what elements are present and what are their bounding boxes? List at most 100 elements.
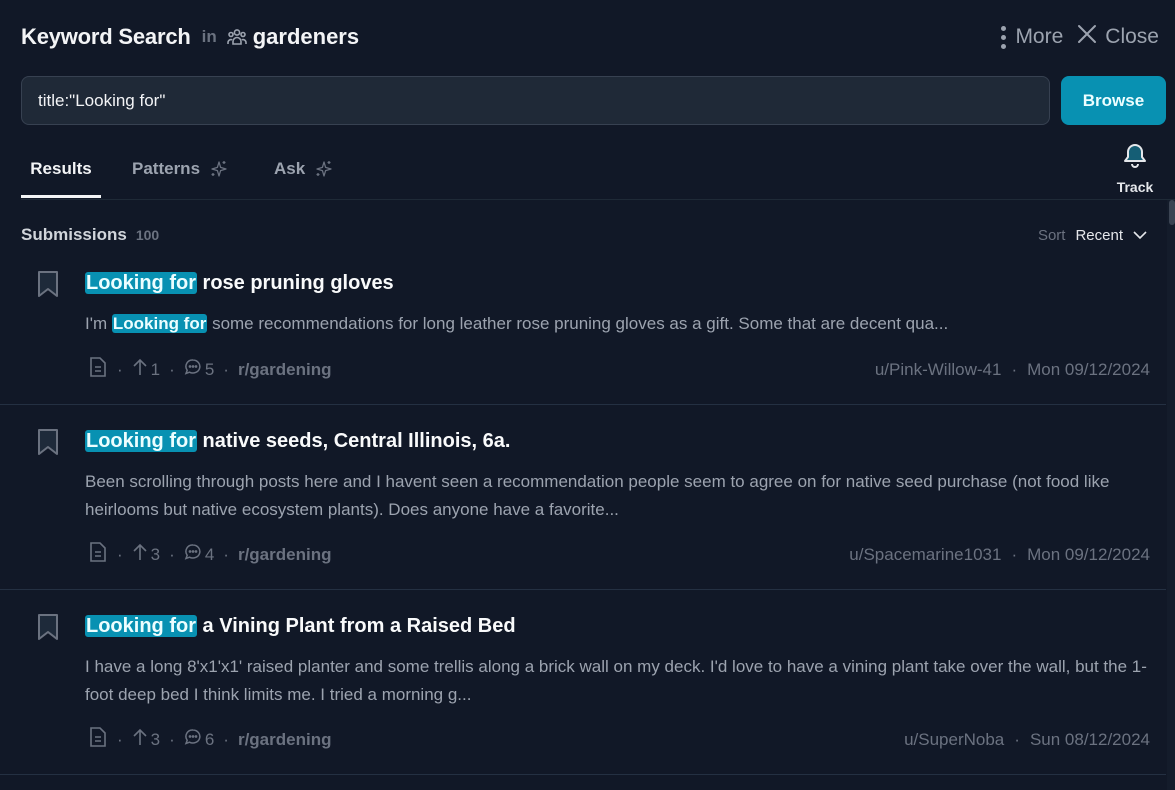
sort-dropdown[interactable]: Sort Recent: [1038, 227, 1147, 244]
bell-icon: [1122, 142, 1148, 175]
search-row: Browse: [21, 76, 1166, 125]
comment-count: 4: [204, 544, 215, 564]
separator: ·: [1014, 729, 1020, 749]
submission-meta: · 1 · 5 · r/gardening u/Pink-Willow-41 ·…: [88, 356, 1150, 383]
in-label: in: [201, 27, 217, 46]
list-header: Submissions 100 Sort Recent: [21, 225, 1147, 245]
subreddit-link[interactable]: r/gardening: [238, 545, 332, 565]
author-link[interactable]: u/Pink-Willow-41: [875, 360, 1002, 380]
upvotes: 3: [132, 728, 160, 751]
submission-item[interactable]: Looking for rose pruning gloves I'm Look…: [0, 258, 1166, 405]
upvote-count: 3: [150, 544, 161, 564]
body-highlight: Looking for: [111, 314, 208, 333]
tab-ask-label: Ask: [274, 159, 306, 178]
title-text: native seeds, Central Illinois, 6a.: [196, 430, 511, 452]
body-text: some recommendations for long leather ro…: [207, 314, 949, 333]
separator: ·: [169, 729, 175, 749]
close-icon: [1077, 24, 1097, 50]
text-post-icon: [88, 541, 108, 568]
submission-meta: · 3 · 4 · r/gardening u/Spacemarine1031 …: [88, 541, 1150, 568]
tab-bar: Results Patterns Ask Track: [21, 140, 1175, 200]
separator: ·: [1011, 544, 1018, 564]
title-highlight: Looking for: [85, 615, 197, 637]
submission-title[interactable]: Looking for a Vining Plant from a Raised…: [85, 615, 516, 638]
author-link[interactable]: u/Spacemarine1031: [849, 545, 1001, 565]
separator: ·: [223, 359, 229, 379]
track-label: Track: [1116, 179, 1154, 195]
more-button[interactable]: More: [999, 25, 1063, 49]
title-text: a Vining Plant from a Raised Bed: [196, 615, 516, 637]
close-label: Close: [1105, 25, 1159, 48]
subreddit-link[interactable]: r/gardening: [238, 730, 332, 750]
scrollbar[interactable]: [1167, 200, 1175, 790]
arrow-up-icon: [132, 728, 148, 751]
submission-item[interactable]: Looking for native seeds, Central Illino…: [0, 405, 1166, 590]
bookmark-icon[interactable]: [36, 613, 60, 641]
scrollbar-thumb[interactable]: [1169, 200, 1175, 225]
community-name[interactable]: gardeners: [253, 24, 359, 50]
arrow-up-icon: [132, 543, 148, 566]
header: Keyword Search in gardeners More Close: [21, 20, 1159, 54]
more-vertical-icon: [999, 25, 1007, 49]
comments[interactable]: 6: [184, 728, 214, 751]
submission-title[interactable]: Looking for rose pruning gloves: [85, 272, 394, 295]
title-highlight: Looking for: [85, 272, 197, 294]
search-input[interactable]: [21, 76, 1050, 125]
tab-results[interactable]: Results: [21, 140, 101, 198]
submissions-count: 100: [135, 227, 160, 243]
submission-body: I'm Looking for some recommendations for…: [85, 310, 1148, 338]
separator: ·: [117, 544, 123, 564]
sort-label: Sort: [1037, 226, 1066, 244]
separator: ·: [223, 544, 229, 564]
comment-icon: [184, 728, 202, 751]
body-text: I have a long 8'x1'x1' raised planter an…: [85, 657, 1147, 704]
chevron-down-icon: [1133, 227, 1147, 244]
tab-patterns[interactable]: Patterns: [132, 140, 228, 198]
comments[interactable]: 5: [184, 358, 214, 381]
page-title: Keyword Search: [21, 24, 191, 49]
post-date: Sun 08/12/2024: [1029, 729, 1150, 749]
submission-body: Been scrolling through posts here and I …: [85, 468, 1148, 524]
upvotes: 3: [132, 543, 160, 566]
separator: ·: [1011, 359, 1018, 379]
comment-count: 6: [204, 729, 215, 749]
submission-body: I have a long 8'x1'x1' raised planter an…: [85, 653, 1148, 709]
sparkle-icon: [315, 160, 333, 178]
separator: ·: [169, 359, 175, 379]
body-text: Been scrolling through posts here and I …: [85, 472, 1110, 519]
separator: ·: [223, 729, 229, 749]
sort-value: Recent: [1075, 226, 1123, 244]
comment-icon: [184, 543, 202, 566]
bookmark-icon[interactable]: [36, 428, 60, 456]
upvotes: 1: [132, 358, 160, 381]
tab-ask[interactable]: Ask: [274, 140, 333, 198]
separator: ·: [117, 359, 123, 379]
tab-patterns-label: Patterns: [132, 159, 201, 178]
close-button[interactable]: Close: [1077, 24, 1159, 50]
separator: ·: [117, 729, 123, 749]
text-post-icon: [88, 726, 108, 753]
browse-button[interactable]: Browse: [1061, 76, 1166, 125]
tab-results-label: Results: [30, 159, 92, 178]
post-date: Mon 09/12/2024: [1027, 544, 1150, 564]
title-text: rose pruning gloves: [196, 272, 394, 294]
arrow-up-icon: [132, 358, 148, 381]
upvote-count: 3: [150, 729, 161, 749]
upvote-count: 1: [150, 359, 161, 379]
track-button[interactable]: Track: [1105, 142, 1165, 195]
comment-count: 5: [204, 359, 215, 379]
author-link[interactable]: u/SuperNoba: [904, 730, 1004, 750]
comments[interactable]: 4: [184, 543, 214, 566]
separator: ·: [169, 544, 175, 564]
post-date: Mon 09/12/2024: [1027, 359, 1150, 379]
submission-meta: · 3 · 6 · r/gardening u/SuperNoba · Sun …: [88, 726, 1150, 753]
submission-item[interactable]: Looking for a Vining Plant from a Raised…: [0, 590, 1166, 775]
body-prefix: I'm: [85, 314, 112, 333]
subreddit-link[interactable]: r/gardening: [238, 360, 332, 380]
more-label: More: [1015, 25, 1064, 48]
submission-title[interactable]: Looking for native seeds, Central Illino…: [85, 430, 510, 453]
bookmark-icon[interactable]: [36, 270, 60, 298]
submissions-label: Submissions: [21, 225, 127, 244]
sparkle-icon: [210, 160, 228, 178]
group-icon: [226, 28, 247, 46]
